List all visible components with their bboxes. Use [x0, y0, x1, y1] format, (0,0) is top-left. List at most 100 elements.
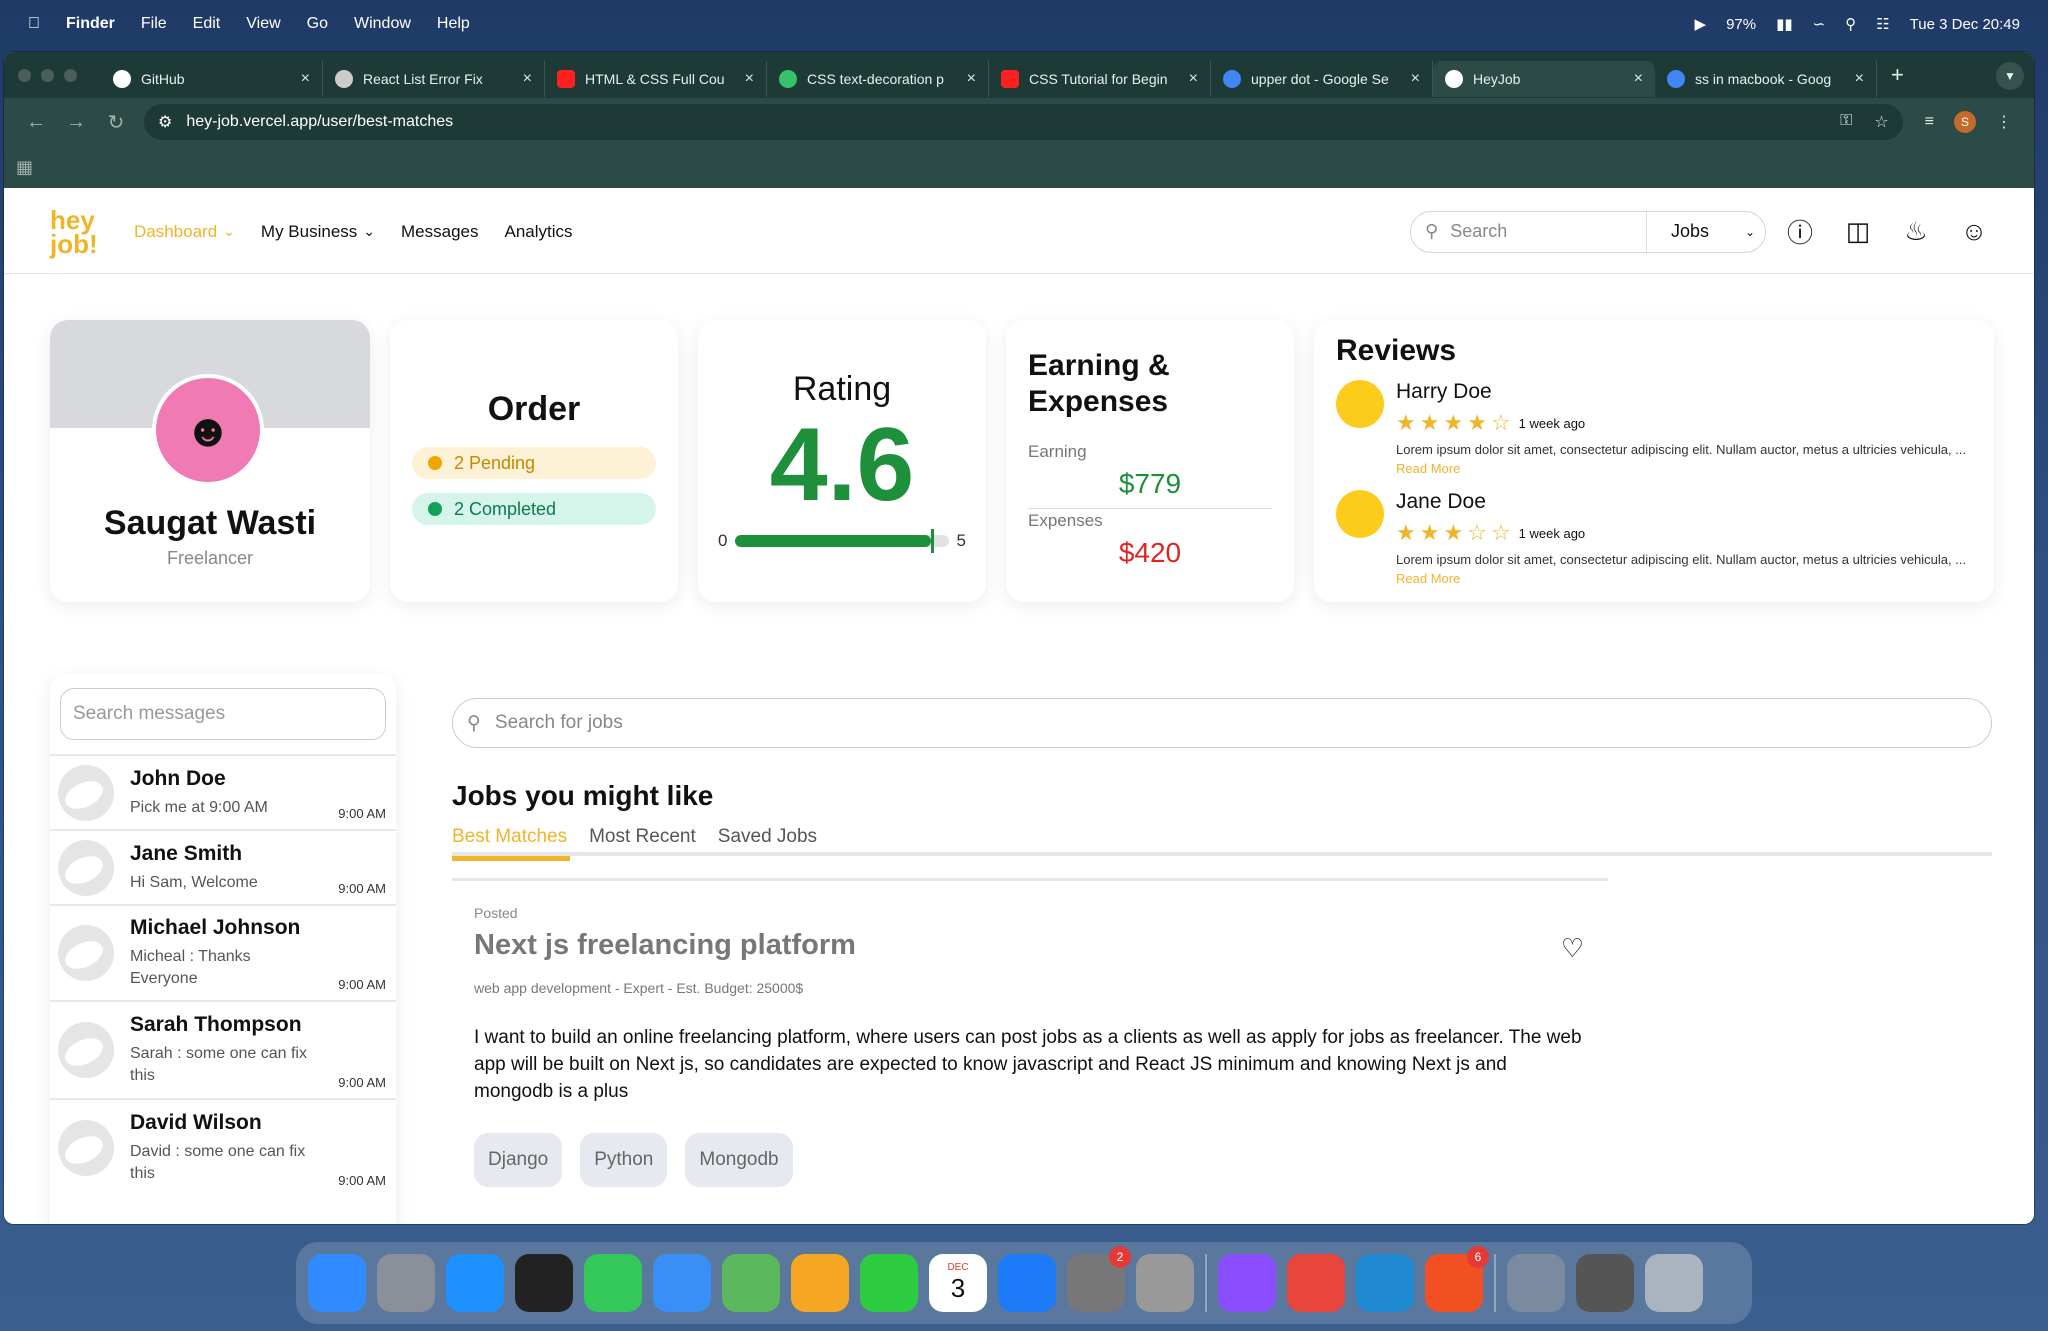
new-tab-button[interactable]: +	[1891, 62, 1904, 88]
menu-help[interactable]: Help	[437, 15, 470, 33]
list-item[interactable]: John Doe Pick me at 9:00 AM 9:00 AM	[50, 754, 396, 829]
list-item[interactable]: David Wilson David : some one can fix thi…	[50, 1098, 396, 1196]
menu-view[interactable]: View	[246, 15, 280, 33]
calendar-icon[interactable]: DEC 3	[929, 1254, 987, 1312]
browser-menu-icon[interactable]: ⋮	[1996, 112, 2012, 132]
tab-search-icon[interactable]: ▼	[1996, 62, 2024, 90]
heart-icon[interactable]: ♡	[1561, 933, 1584, 964]
spotlight-icon[interactable]: ⚲	[1845, 15, 1856, 33]
reload-icon[interactable]: ↻	[96, 110, 136, 135]
close-tab-icon[interactable]: ×	[301, 70, 310, 88]
contact-name: Jane Smith	[130, 841, 243, 865]
tab-saved-jobs[interactable]: Saved Jobs	[718, 826, 817, 856]
menu-file[interactable]: File	[141, 15, 167, 33]
search-scope-select[interactable]: Jobs ⌄	[1647, 221, 1765, 242]
facetime-icon[interactable]	[860, 1254, 918, 1312]
screen-record-icon[interactable]: ▶	[1695, 15, 1707, 33]
bookmark-star-icon[interactable]: ☆	[1874, 112, 1888, 132]
vscode-icon[interactable]	[1356, 1254, 1414, 1312]
read-more-link[interactable]: Read More	[1396, 461, 1460, 476]
battery-icon[interactable]: ▮▮	[1776, 15, 1793, 33]
terminal-icon[interactable]	[515, 1254, 573, 1312]
tab-css-tutorial[interactable]: CSS Tutorial for Begin ×	[989, 61, 1211, 97]
reading-list-icon[interactable]: ≡	[1925, 113, 1934, 131]
user-account-icon[interactable]: ☺	[1956, 214, 1992, 250]
tab-html-css[interactable]: HTML & CSS Full Cou ×	[545, 61, 767, 97]
menu-edit[interactable]: Edit	[193, 15, 221, 33]
list-item[interactable]: Michael Johnson Micheal : Thanks Everyone…	[50, 904, 396, 1000]
header-search-input[interactable]: Search	[1450, 221, 1507, 242]
finder-icon[interactable]	[308, 1254, 366, 1312]
list-item[interactable]: Jane Smith Hi Sam, Welcome 9:00 AM	[50, 829, 396, 904]
photos-icon[interactable]	[791, 1254, 849, 1312]
nav-analytics[interactable]: Analytics	[505, 222, 573, 242]
job-title[interactable]: Next js freelancing platform	[474, 929, 1586, 962]
control-center-icon[interactable]: ☷	[1876, 15, 1889, 33]
trash-icon[interactable]	[1645, 1254, 1703, 1312]
url-field[interactable]: ⚙ hey-job.vercel.app/user/best-matches ⚿…	[144, 104, 1903, 140]
wifi-icon[interactable]: ∽	[1813, 15, 1826, 33]
contact-name: David Wilson	[130, 1111, 262, 1134]
close-tab-icon[interactable]: ×	[1411, 70, 1420, 88]
skill-chip[interactable]: Mongodb	[685, 1133, 793, 1187]
heyjob-logo[interactable]: hey job!	[50, 207, 134, 257]
notification-bell-icon[interactable]: ♨	[1898, 214, 1934, 250]
documents-icon[interactable]	[1507, 1254, 1565, 1312]
maps-icon[interactable]	[722, 1254, 780, 1312]
chrome-icon[interactable]	[1287, 1254, 1345, 1312]
zoom-window-button[interactable]	[64, 68, 77, 82]
site-info-icon[interactable]: ⚙	[158, 112, 172, 132]
tab-css-text-decoration[interactable]: CSS text-decoration p ×	[767, 61, 989, 97]
microsoft-icon[interactable]: 6	[1425, 1246, 1489, 1312]
close-tab-icon[interactable]: ×	[745, 70, 754, 88]
pending-badge[interactable]: 2 Pending	[412, 447, 656, 479]
dashboard-layout-icon[interactable]: ◫	[1840, 214, 1876, 250]
close-tab-icon[interactable]: ×	[523, 70, 532, 88]
message-search-input[interactable]: Search messages	[60, 688, 386, 740]
menu-app-name[interactable]: Finder	[66, 15, 115, 33]
tab-most-recent[interactable]: Most Recent	[589, 826, 696, 856]
forward-icon[interactable]: →	[56, 111, 96, 134]
job-search-input[interactable]: ⚲ Search for jobs	[452, 698, 1992, 748]
profile-avatar[interactable]: S	[1954, 111, 1976, 133]
url-text[interactable]: hey-job.vercel.app/user/best-matches	[186, 113, 453, 131]
list-item[interactable]: Sarah Thompson Sarah : some one can fix t…	[50, 1000, 396, 1098]
close-window-button[interactable]	[18, 68, 31, 82]
tab-react-list-error[interactable]: React List Error Fix ×	[323, 61, 545, 97]
iphone-mirroring-icon[interactable]	[1136, 1254, 1194, 1312]
menubar-clock[interactable]: Tue 3 Dec 20:49	[1910, 16, 2020, 33]
app-store-icon[interactable]	[998, 1254, 1056, 1312]
help-icon[interactable]: ⓘ	[1782, 214, 1818, 250]
close-tab-icon[interactable]: ×	[1189, 70, 1198, 88]
read-more-link[interactable]: Read More	[1396, 571, 1460, 586]
skill-chip[interactable]: Python	[580, 1133, 668, 1187]
messages-icon[interactable]	[584, 1254, 642, 1312]
close-tab-icon[interactable]: ×	[1634, 70, 1643, 88]
nav-messages[interactable]: Messages	[401, 222, 478, 242]
skill-chip[interactable]: Django	[474, 1133, 563, 1187]
menu-window[interactable]: Window	[354, 15, 411, 33]
nav-my-business[interactable]: My Business ⌄	[261, 222, 375, 242]
completed-badge[interactable]: 2 Completed	[412, 493, 656, 525]
launchpad-icon[interactable]	[377, 1254, 435, 1312]
apple-icon[interactable]: 	[28, 15, 40, 33]
tab-github[interactable]: GitHub ×	[101, 61, 323, 97]
tab-ss-macbook[interactable]: ss in macbook - Goog ×	[1655, 61, 1877, 97]
password-key-icon[interactable]: ⚿	[1840, 112, 1852, 132]
screenshots-icon[interactable]	[1576, 1254, 1634, 1312]
messenger-icon[interactable]	[1218, 1254, 1276, 1312]
minimize-window-button[interactable]	[41, 68, 54, 82]
safari-icon[interactable]	[446, 1254, 504, 1312]
mail-icon[interactable]	[653, 1254, 711, 1312]
close-tab-icon[interactable]: ×	[967, 70, 976, 88]
tab-heyjob[interactable]: HeyJob ×	[1433, 61, 1655, 97]
nav-dashboard[interactable]: Dashboard ⌄	[134, 222, 235, 242]
job-card[interactable]: Posted Next js freelancing platform web …	[452, 878, 1608, 1224]
tab-upper-dot[interactable]: upper dot - Google Se ×	[1211, 61, 1433, 97]
tab-best-matches[interactable]: Best Matches	[452, 826, 571, 861]
menu-go[interactable]: Go	[307, 15, 328, 33]
back-icon[interactable]: ←	[16, 111, 56, 134]
system-settings-icon[interactable]: 2	[1067, 1246, 1131, 1312]
close-tab-icon[interactable]: ×	[1855, 70, 1864, 88]
apps-grid-icon[interactable]: ▦	[16, 157, 33, 178]
